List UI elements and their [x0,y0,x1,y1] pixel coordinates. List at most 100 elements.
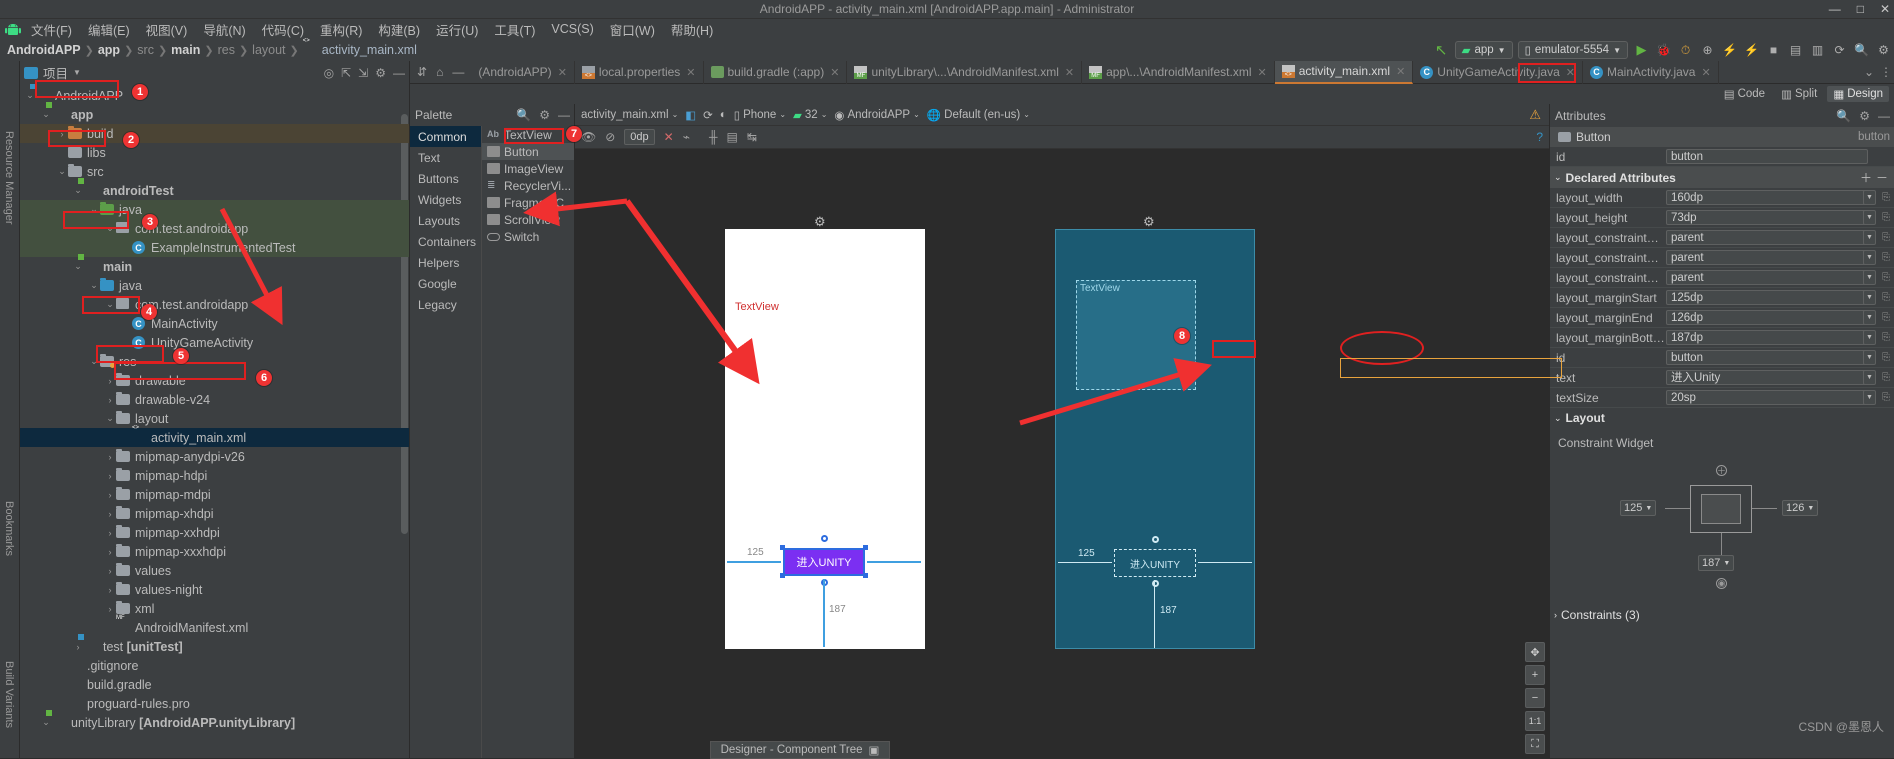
layout-section-header[interactable]: ⌄ Layout [1550,408,1894,428]
editor-tab[interactable]: unityLibrary\...\AndroidManifest.xml ✕ [847,60,1083,84]
device-wrench-icon[interactable]: ⚙ [814,214,826,230]
zoom-actual-size-button[interactable]: 1:1 [1525,711,1545,731]
attribute-row[interactable]: layout_height 73dp ▼ ⎘ [1550,208,1894,228]
autoconnect-icon[interactable]: ⊘ [605,130,615,144]
tree-row[interactable]: C UnityGameActivity [20,333,409,352]
constraint-widget[interactable]: ＋ 125 ▼ 126 ▼ 187 ▼ ◉ [1550,450,1894,605]
tree-row[interactable]: ⌄ main [20,257,409,276]
close-tab-icon[interactable]: ✕ [558,66,567,79]
palette-item-textview[interactable]: Ab TextView [482,126,574,143]
rail-bookmarks[interactable]: Bookmarks [3,501,15,556]
attribute-row[interactable]: layout_marginEnd 126dp ▼ ⎘ [1550,308,1894,328]
add-attribute-button[interactable]: ＋ [1860,169,1872,186]
home-icon[interactable]: ⌂ [436,65,443,79]
close-tab-icon[interactable]: ✕ [1701,66,1710,79]
breadcrumb-src[interactable]: src [134,43,157,57]
palette-category-legacy[interactable]: Legacy [410,294,481,315]
selection-handle[interactable] [863,545,868,550]
tree-expand-arrow[interactable]: › [56,129,68,139]
palette-item-imageview[interactable]: ImageView [482,160,574,177]
breadcrumb-res[interactable]: res [215,43,238,57]
module-selector[interactable]: ▰ app ▼ [1454,41,1513,59]
tree-row[interactable]: ⌄ java [20,276,409,295]
editor-tab[interactable]: local.properties ✕ [575,60,704,84]
attribute-value-input[interactable]: 126dp [1666,310,1868,325]
tree-row[interactable]: libs [20,143,409,162]
chevron-down-icon[interactable]: ▼ [1863,190,1876,205]
editor-tab[interactable]: activity_main.xml ✕ [1274,60,1414,84]
search-everywhere-icon[interactable]: 🔍 [1853,42,1870,59]
close-button[interactable]: ✕ [1880,0,1890,19]
tree-expand-arrow[interactable]: › [104,395,116,405]
menu-window[interactable]: 窗口(W) [603,19,662,40]
menu-refactor[interactable]: 重构(R) [313,19,369,40]
tree-row[interactable]: › mipmap-xxhdpi [20,523,409,542]
menu-run[interactable]: 运行(U) [429,19,485,40]
constraint-bottom-handle-icon[interactable]: ◉ [1716,578,1727,589]
help-icon[interactable]: ? [1536,130,1543,144]
expand-panel-icon[interactable]: ▣ [869,743,880,757]
clear-constraints-icon[interactable]: ✕ [664,130,674,144]
attribute-value-input[interactable]: parent [1666,230,1868,245]
tree-row[interactable]: ⌄ java [20,200,409,219]
tree-row[interactable]: › drawable [20,371,409,390]
mode-split[interactable]: ▥ Split [1775,86,1823,102]
breadcrumb-app[interactable]: app [95,43,123,57]
tree-expand-arrow[interactable]: › [104,585,116,595]
selection-handle[interactable] [780,545,785,550]
device-preview[interactable]: TextView 进入UNITY 125 187 [725,229,925,649]
selection-handle[interactable] [780,573,785,578]
pin-icon[interactable]: ⎘ [1882,372,1890,383]
tree-row[interactable]: › mipmap-xxxhdpi [20,542,409,561]
tree-expand-arrow[interactable]: › [104,547,116,557]
tree-expand-arrow[interactable]: › [104,490,116,500]
menu-view[interactable]: 视图(V) [139,19,195,40]
close-tab-icon[interactable]: ✕ [1257,66,1266,79]
default-margin-value[interactable]: 0dp [624,129,655,145]
tree-expand-arrow[interactable]: ⌄ [88,280,100,291]
tree-row[interactable]: › mipmap-mdpi [20,485,409,504]
attribute-value-input[interactable]: button [1666,350,1868,365]
attribute-row[interactable]: text 进入Unity ▼ ⎘ [1550,368,1894,388]
menu-file[interactable]: 文件(F) [24,19,79,40]
close-tab-icon[interactable]: ✕ [830,66,839,79]
settings-gear-icon[interactable]: ⚙ [1875,42,1892,59]
breadcrumb-layout[interactable]: layout [249,43,288,57]
palette-item-button[interactable]: Button [481,143,574,160]
attribute-row[interactable]: textSize 20sp ▼ ⎘ [1550,388,1894,408]
attribute-row[interactable]: layout_constraintEnd_toEn...parent▼ ⎘ [1550,248,1894,268]
tree-row[interactable]: activity_main.xml [20,428,409,447]
expand-icon[interactable]: ⇲ [358,66,368,80]
chevron-down-icon[interactable]: ▼ [73,68,81,77]
tree-expand-arrow[interactable]: ⌄ [104,223,116,234]
chevron-down-icon[interactable]: ▼ [1863,230,1876,245]
avd-manager-button[interactable]: ▤ [1787,42,1804,59]
tree-expand-arrow[interactable]: ⌄ [40,109,52,120]
declared-attributes-section[interactable]: ⌄ Declared Attributes ＋ － [1550,167,1894,188]
palette-category-buttons[interactable]: Buttons [410,168,481,189]
palette-category-list[interactable]: Common Text Buttons Widgets Layouts Container… [410,126,481,758]
remove-attribute-button[interactable]: － [1876,169,1888,186]
chevron-down-icon[interactable]: ▼ [1863,290,1876,305]
theme-selector[interactable]: ◉ AndroidAPP ⌄ [834,108,919,122]
palette-settings-icon[interactable]: ⚙ [539,108,550,122]
tree-row[interactable]: proguard-rules.pro [20,694,409,713]
collapse-all-icon[interactable]: ⇱ [341,66,351,80]
locate-icon[interactable]: ◎ [324,66,334,80]
menu-navigate[interactable]: 导航(N) [196,19,252,40]
attribute-row[interactable]: layout_marginBottom 187dp ▼ ⎘ [1550,328,1894,348]
blueprint-button[interactable]: 进入UNITY [1114,549,1196,577]
pin-icon[interactable]: ⎘ [1882,212,1890,223]
breadcrumb-activity-main[interactable]: activity_main.xml [319,43,420,57]
tree-row[interactable]: › test [unitTest] [20,637,409,656]
maximize-button[interactable]: □ [1857,0,1864,19]
pan-icon[interactable]: ✥ [1525,642,1545,662]
profile-button[interactable]: ⏱ [1677,42,1694,59]
selection-handle[interactable] [1152,536,1159,543]
attribute-value-input[interactable]: parent [1666,270,1868,285]
api-selector[interactable]: ▰ 32 ⌄ [793,108,827,122]
tree-row[interactable]: › values [20,561,409,580]
design-canvas[interactable]: ⚙ TextView 进入UNITY 125 187 ⚙ TextView 进入… [575,149,1549,758]
canvas-file-selector[interactable]: activity_main.xml ⌄ [581,109,678,121]
tree-row[interactable]: › build [20,124,409,143]
